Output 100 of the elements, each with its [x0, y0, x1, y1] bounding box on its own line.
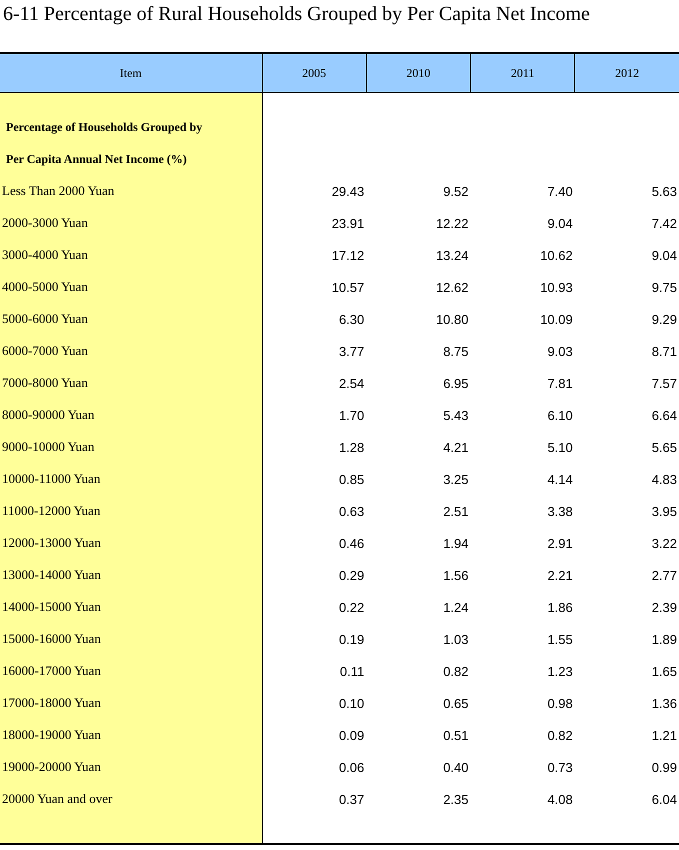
row-label: 2000-3000 Yuan: [2, 215, 88, 230]
table-cell: 2.54: [338, 376, 364, 390]
table-cell: 0.29: [338, 568, 364, 582]
table-cell: 6.30: [338, 312, 364, 326]
table-cell: 4.83: [652, 472, 677, 486]
table-cell: 7.40: [547, 184, 573, 198]
row-label: 13000-14000 Yuan: [2, 567, 101, 582]
table-cell: 9.03: [547, 344, 573, 358]
table-cell: 17.12: [332, 248, 364, 262]
row-label: 12000-13000 Yuan: [2, 535, 101, 550]
table-cell: 10.09: [540, 312, 573, 326]
table-cell: 0.63: [338, 504, 364, 518]
table-cell: 1.23: [547, 664, 573, 678]
table-cell: 9.29: [652, 312, 677, 326]
table-cell: 5.63: [652, 184, 677, 198]
table-cell: 2.39: [652, 600, 677, 614]
table-cell: 12.62: [436, 280, 468, 294]
table-cell: 10.93: [540, 280, 573, 294]
table-cell: 3.95: [652, 504, 677, 518]
table-cell: 6.10: [547, 408, 573, 422]
table-cell: 1.70: [338, 408, 364, 422]
column-header: 2005: [302, 66, 326, 80]
table-cell: 1.03: [443, 632, 468, 646]
table-cell: 7.42: [652, 216, 677, 230]
table-cell: 0.65: [443, 696, 468, 710]
table-cell: 3.38: [547, 504, 573, 518]
table-cell: 2.51: [443, 504, 468, 518]
table-cell: 0.85: [338, 472, 364, 486]
table-cell: 9.75: [652, 280, 677, 294]
table-cell: 9.04: [652, 248, 677, 262]
table-cell: 4.21: [443, 440, 468, 454]
table-cell: 0.19: [338, 632, 364, 646]
table-cell: 0.09: [338, 728, 364, 742]
table-cell: 2.77: [652, 568, 677, 582]
table-cell: 0.99: [652, 760, 677, 774]
row-label: 17000-18000 Yuan: [2, 695, 101, 710]
table-cell: 1.55: [547, 632, 573, 646]
table-cell: 1.65: [652, 664, 677, 678]
row-label: 9000-10000 Yuan: [2, 439, 94, 454]
table-cell: 1.28: [338, 440, 364, 454]
table-cell: 9.04: [547, 216, 573, 230]
table-cell: 3.77: [338, 344, 364, 358]
table-cell: 0.46: [338, 536, 364, 550]
table-cell: 13.24: [436, 248, 468, 262]
table-cell: 5.43: [443, 408, 468, 422]
table-cell: 1.56: [443, 568, 468, 582]
table-cell: 2.35: [443, 792, 468, 806]
row-label: 3000-4000 Yuan: [2, 247, 88, 262]
table-cell: 0.37: [338, 792, 364, 806]
table-cell: 0.73: [547, 760, 573, 774]
table-cell: 0.40: [443, 760, 468, 774]
table-cell: 4.08: [547, 792, 573, 806]
table-cell: 10.57: [332, 280, 364, 294]
table-cell: 0.06: [338, 760, 364, 774]
table-cell: 1.21: [652, 728, 677, 742]
table-cell: 2.21: [547, 568, 573, 582]
table-cell: 6.04: [652, 792, 677, 806]
table-cell: 1.86: [547, 600, 573, 614]
column-header: 2010: [406, 66, 430, 80]
table-cell: 1.36: [652, 696, 677, 710]
row-label: 15000-16000 Yuan: [2, 631, 101, 646]
row-label: 14000-15000 Yuan: [2, 599, 101, 614]
table-cell: 6.64: [652, 408, 677, 422]
table-cell: 23.91: [332, 216, 364, 230]
row-label: 6000-7000 Yuan: [2, 343, 88, 358]
table-cell: 8.71: [652, 344, 677, 358]
column-header: Item: [120, 66, 142, 80]
row-label: 10000-11000 Yuan: [2, 471, 100, 486]
table-cell: 8.75: [443, 344, 468, 358]
table-cell: 2.91: [547, 536, 573, 550]
column-header: 2011: [510, 66, 534, 80]
table-cell: 0.11: [340, 664, 364, 678]
section-heading: Percentage of Households Grouped by: [6, 120, 202, 134]
table-cell: 12.22: [436, 216, 468, 230]
row-label: 16000-17000 Yuan: [2, 663, 101, 678]
row-label: 11000-12000 Yuan: [2, 503, 100, 518]
table-cell: 29.43: [332, 184, 364, 198]
table-cell: 10.80: [436, 312, 468, 326]
row-label: 8000-90000 Yuan: [2, 407, 94, 422]
table-title: 6-11 Percentage of Rural Households Grouped by Per Capita Net Income: [2, 2, 591, 27]
section-heading: Per Capita Annual Net Income (%): [6, 152, 187, 166]
table-cell: 0.82: [547, 728, 573, 742]
table-cell: 0.98: [547, 696, 573, 710]
table-cell: 5.10: [547, 440, 573, 454]
table-cell: 1.89: [652, 632, 677, 646]
row-label: Less Than 2000 Yuan: [2, 183, 114, 198]
table-cell: 10.62: [540, 248, 573, 262]
table-cell: 7.81: [547, 376, 573, 390]
table-cell: 0.82: [443, 664, 468, 678]
table-cell: 4.14: [547, 472, 573, 486]
table-cell: 9.52: [443, 184, 468, 198]
table-cell: 3.22: [652, 536, 677, 550]
column-header: 2012: [615, 66, 640, 80]
row-label: 19000-20000 Yuan: [2, 759, 101, 774]
row-label: 18000-19000 Yuan: [2, 727, 101, 742]
row-label: 5000-6000 Yuan: [2, 311, 88, 326]
table-cell: 0.51: [443, 728, 468, 742]
table-cell: 1.24: [443, 600, 468, 614]
table-cell: 0.10: [338, 696, 364, 710]
table-cell: 6.95: [443, 376, 468, 390]
